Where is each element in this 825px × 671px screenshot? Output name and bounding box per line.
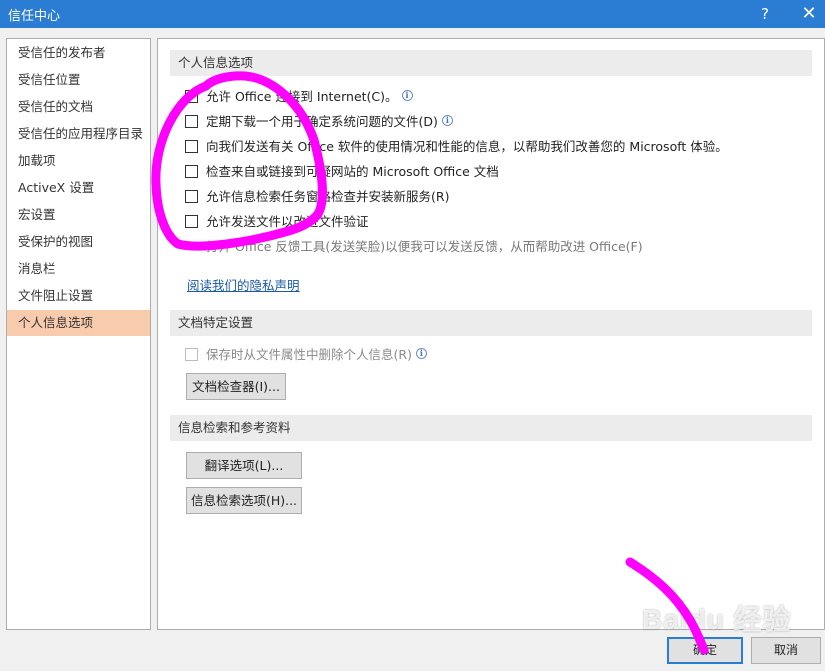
window-title: 信任中心 xyxy=(8,9,61,24)
settings-panel: 个人信息选项 允许 Office 连接到 Internet(C)。 i 定期下载一… xyxy=(157,38,825,630)
info-icon: i xyxy=(415,348,427,359)
section-header-research: 信息检索和参考资料 xyxy=(170,415,812,441)
option-research-services[interactable]: 允许信息检索任务窗格检查并安装新服务(R) xyxy=(185,187,449,207)
close-button[interactable]: ✕ xyxy=(792,0,825,28)
sidebar-item-trusted-publishers[interactable]: 受信任的发布者 xyxy=(7,40,150,66)
option-connect-internet[interactable]: 允许 Office 连接到 Internet(C)。 i xyxy=(185,87,413,107)
option-download-diagnostic[interactable]: 定期下载一个用于确定系统问题的文件(D) i xyxy=(185,112,453,132)
privacy-statement-link[interactable]: 阅读我们的隐私声明 xyxy=(187,275,300,294)
section-header-document: 文档特定设置 xyxy=(170,310,812,336)
sidebar-item-trusted-locations[interactable]: 受信任位置 xyxy=(7,67,150,93)
option-label: 检查来自或链接到可疑网站的 Microsoft Office 文档 xyxy=(206,164,499,179)
section-header-privacy: 个人信息选项 xyxy=(170,50,812,76)
option-check-suspicious-sites[interactable]: 检查来自或链接到可疑网站的 Microsoft Office 文档 xyxy=(185,162,499,182)
option-label: 允许 Office 连接到 Internet(C)。 xyxy=(206,89,398,104)
sidebar-item-trusted-documents[interactable]: 受信任的文档 xyxy=(7,94,150,120)
checkbox xyxy=(185,348,198,361)
sidebar-item-activex[interactable]: ActiveX 设置 xyxy=(7,175,150,201)
option-send-usage-info[interactable]: 向我们发送有关 Office 软件的使用情况和性能的信息，以帮助我们改善您的 M… xyxy=(185,137,728,157)
translation-options-button[interactable]: 翻译选项(L)... xyxy=(186,452,302,479)
option-label: 允许信息检索任务窗格检查并安装新服务(R) xyxy=(206,189,450,204)
title-bar: 信任中心 ? ✕ xyxy=(0,0,825,28)
checkbox[interactable] xyxy=(185,115,198,128)
option-label: 保存时从文件属性中删除个人信息(R) xyxy=(206,347,412,362)
sidebar-item-trusted-app-catalogs[interactable]: 受信任的应用程序目录 xyxy=(7,121,150,147)
baidu-watermark: Baidu 经验 xyxy=(642,604,792,635)
research-options-button[interactable]: 信息检索选项(H)... xyxy=(186,487,302,514)
sidebar-item-protected-view[interactable]: 受保护的视图 xyxy=(7,229,150,255)
document-inspector-button[interactable]: 文档检查器(I)... xyxy=(186,373,286,400)
checkbox[interactable] xyxy=(185,165,198,178)
sidebar-item-addins[interactable]: 加载项 xyxy=(7,148,150,174)
sidebar-item-privacy-options[interactable]: 个人信息选项 xyxy=(7,310,150,336)
option-feedback-tool[interactable]: 打开 Office 反馈工具(发送笑脸)以便我可以发送反馈，从而帮助改进 Off… xyxy=(206,237,643,257)
sidebar-item-macros[interactable]: 宏设置 xyxy=(7,202,150,228)
info-icon: i xyxy=(401,90,413,101)
cancel-button[interactable]: 取消 xyxy=(751,637,821,664)
ok-button[interactable]: 确定 xyxy=(667,637,743,664)
option-label: 向我们发送有关 Office 软件的使用情况和性能的信息，以帮助我们改善您的 M… xyxy=(206,139,728,154)
option-file-validation[interactable]: 允许发送文件以改进文件验证 xyxy=(185,212,369,232)
checkbox[interactable] xyxy=(185,90,198,103)
sidebar-item-file-block[interactable]: 文件阻止设置 xyxy=(7,283,150,309)
sidebar-nav: 受信任的发布者 受信任位置 受信任的文档 受信任的应用程序目录 加载项 Acti… xyxy=(6,38,151,630)
option-remove-personal-info: 保存时从文件属性中删除个人信息(R) i xyxy=(185,345,427,365)
checkbox[interactable] xyxy=(185,140,198,153)
info-icon: i xyxy=(441,115,453,126)
help-button[interactable]: ? xyxy=(748,0,782,28)
sidebar-item-message-bar[interactable]: 消息栏 xyxy=(7,256,150,282)
option-label: 允许发送文件以改进文件验证 xyxy=(206,214,369,229)
checkbox[interactable] xyxy=(185,190,198,203)
checkbox[interactable] xyxy=(185,215,198,228)
option-label: 定期下载一个用于确定系统问题的文件(D) xyxy=(206,114,438,129)
